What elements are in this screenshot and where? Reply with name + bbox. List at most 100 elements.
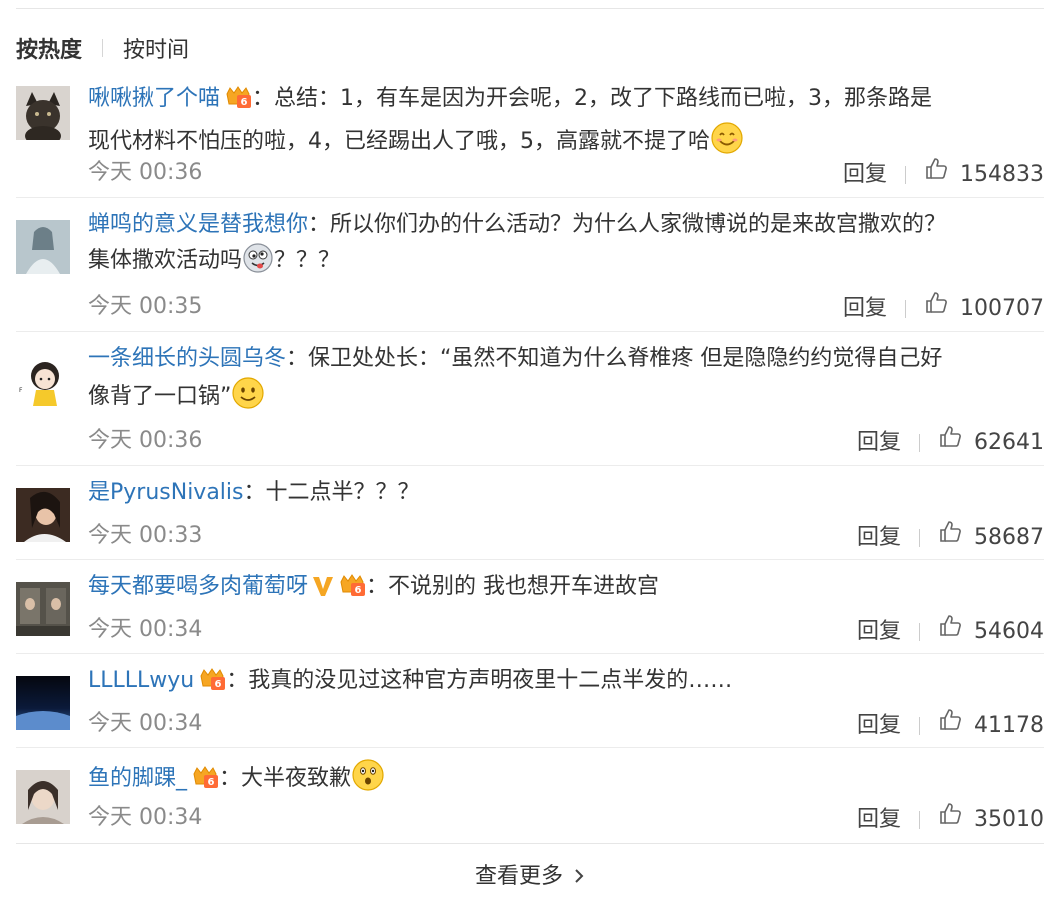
thumbs-up-icon bbox=[938, 613, 964, 650]
comment-text: ？？？ bbox=[274, 248, 341, 273]
comment-time: 今天 00:34 bbox=[88, 805, 203, 830]
like-button[interactable]: 100707 bbox=[924, 290, 1044, 327]
comment-item: 鱼的脚踝_ ：大半夜致歉 今天 00:34 回复 35010 bbox=[16, 748, 1044, 843]
comment-meta: 今天 00:35 回复 100707 bbox=[88, 290, 1044, 324]
reply-button[interactable]: 回复 bbox=[857, 521, 901, 555]
sort-by-time-tab[interactable]: 按时间 bbox=[123, 32, 189, 64]
avatar[interactable] bbox=[16, 676, 70, 730]
vip-crown-icon[interactable] bbox=[191, 764, 219, 801]
like-count: 35010 bbox=[974, 806, 1044, 832]
action-separator bbox=[905, 165, 907, 184]
action-separator bbox=[919, 716, 920, 735]
comment-time: 今天 00:36 bbox=[88, 428, 203, 453]
thumbs-up-icon bbox=[938, 707, 964, 744]
like-button[interactable]: 154833 bbox=[924, 156, 1044, 193]
username-link[interactable]: 每天都要喝多肉葡萄呀 bbox=[88, 574, 308, 599]
vip-crown-icon[interactable] bbox=[338, 572, 366, 609]
like-count: 100707 bbox=[960, 295, 1044, 321]
comment-meta: 今天 00:33 回复 58687 bbox=[88, 519, 1044, 553]
comment-text: 像背了一口锅” bbox=[88, 384, 232, 409]
like-button[interactable]: 35010 bbox=[938, 801, 1044, 838]
action-separator bbox=[919, 433, 920, 452]
thumbs-up-icon bbox=[938, 519, 964, 556]
comment-text: 集体撒欢活动吗 bbox=[88, 248, 243, 273]
avatar[interactable]: F bbox=[16, 352, 70, 406]
username-link[interactable]: LLLLLwyu bbox=[88, 668, 194, 693]
thumbs-up-icon bbox=[924, 290, 950, 327]
comment-item: 啾啾揪了个喵 ：总结：1，有车是因为开会呢，2，改了下路线而已啦，3，那条路是 现… bbox=[16, 72, 1044, 198]
bottom-divider bbox=[16, 843, 1044, 844]
vip-crown-icon[interactable] bbox=[198, 666, 226, 703]
surprised-emoji-icon bbox=[351, 758, 385, 803]
comment-text: ：所以你们办的什么活动？为什么人家微博说的是来故宫撒欢的？ bbox=[308, 212, 947, 237]
like-count: 58687 bbox=[974, 524, 1044, 550]
comment-item: F 一条细长的头圆乌冬：保卫处处长：“虽然不知道为什么脊椎疼 但是隐隐约约觉得自… bbox=[16, 332, 1044, 466]
sort-bar: 按热度 按时间 bbox=[16, 32, 189, 64]
avatar[interactable] bbox=[16, 220, 70, 274]
like-button[interactable]: 62641 bbox=[938, 424, 1044, 461]
action-separator bbox=[905, 299, 907, 318]
thumbs-up-icon bbox=[938, 801, 964, 838]
top-divider bbox=[16, 8, 1044, 9]
like-count: 54604 bbox=[974, 618, 1044, 644]
like-count: 154833 bbox=[960, 161, 1044, 187]
comment-meta: 今天 00:36 回复 62641 bbox=[88, 424, 1044, 458]
action-separator bbox=[919, 810, 920, 829]
action-separator bbox=[919, 622, 920, 641]
reply-button[interactable]: 回复 bbox=[857, 803, 901, 837]
comment-item: LLLLLwyu ：我真的没见过这种官方声明夜里十二点半发的…… 今天 00:34… bbox=[16, 654, 1044, 748]
thumbs-up-icon bbox=[924, 156, 950, 193]
avatar[interactable] bbox=[16, 488, 70, 542]
reply-button[interactable]: 回复 bbox=[857, 709, 901, 743]
comment-meta: 今天 00:36 回复 154833 bbox=[88, 156, 1044, 190]
comment-meta: 今天 00:34 回复 35010 bbox=[88, 801, 1044, 835]
username-link[interactable]: 啾啾揪了个喵 bbox=[88, 86, 220, 111]
comment-text: 现代材料不怕压的啦，4，已经踢出人了哦，5，高露就不提了哈 bbox=[88, 129, 710, 154]
comment-time: 今天 00:34 bbox=[88, 711, 203, 736]
vip-crown-icon[interactable] bbox=[224, 84, 252, 121]
username-link[interactable]: 鱼的脚踝_ bbox=[88, 766, 187, 791]
comment-text: ：总结：1，有车是因为开会呢，2，改了下路线而已啦，3，那条路是 bbox=[252, 86, 933, 111]
chevron-right-icon bbox=[573, 866, 585, 891]
svg-text:F: F bbox=[19, 387, 23, 394]
like-button[interactable]: 41178 bbox=[938, 707, 1044, 744]
comment-meta: 今天 00:34 回复 54604 bbox=[88, 613, 1044, 647]
comment-time: 今天 00:35 bbox=[88, 294, 203, 319]
avatar[interactable] bbox=[16, 86, 70, 140]
comment-item: 蝉鸣的意义是替我想你：所以你们办的什么活动？为什么人家微博说的是来故宫撒欢的？ … bbox=[16, 198, 1044, 332]
avatar[interactable] bbox=[16, 582, 70, 636]
comment-meta: 今天 00:34 回复 41178 bbox=[88, 707, 1044, 741]
sort-by-hot-tab[interactable]: 按热度 bbox=[16, 32, 82, 64]
comment-time: 今天 00:36 bbox=[88, 160, 203, 185]
avatar[interactable] bbox=[16, 770, 70, 824]
like-button[interactable]: 54604 bbox=[938, 613, 1044, 650]
grin-emoji-icon bbox=[231, 376, 265, 421]
view-more-button[interactable]: 查看更多 bbox=[475, 864, 585, 889]
reply-button[interactable]: 回复 bbox=[843, 158, 887, 192]
comment-text: ：不说别的 我也想开车进故宫 bbox=[366, 574, 660, 599]
username-link[interactable]: 一条细长的头圆乌冬 bbox=[88, 346, 286, 371]
username-link[interactable]: 蝉鸣的意义是替我想你 bbox=[88, 212, 308, 237]
comment-text: ：保卫处处长：“虽然不知道为什么脊椎疼 但是隐隐约约觉得自己好 bbox=[286, 346, 943, 371]
verified-v-icon[interactable] bbox=[312, 574, 334, 609]
like-count: 62641 bbox=[974, 429, 1044, 455]
comment-item: 每天都要喝多肉葡萄呀 ：不说别的 我也想开车进故宫 今天 00:34 回复 546… bbox=[16, 560, 1044, 654]
like-button[interactable]: 58687 bbox=[938, 519, 1044, 556]
comment-time: 今天 00:33 bbox=[88, 523, 203, 548]
view-more-row: 查看更多 bbox=[0, 858, 1060, 891]
reply-button[interactable]: 回复 bbox=[843, 292, 887, 326]
thumbs-up-icon bbox=[938, 424, 964, 461]
reply-button[interactable]: 回复 bbox=[857, 615, 901, 649]
comment-text: ：我真的没见过这种官方声明夜里十二点半发的…… bbox=[226, 668, 733, 693]
sort-separator bbox=[102, 39, 104, 57]
comment-time: 今天 00:34 bbox=[88, 617, 203, 642]
like-count: 41178 bbox=[974, 712, 1044, 738]
reply-button[interactable]: 回复 bbox=[857, 426, 901, 460]
comment-text: ：十二点半？？？ bbox=[243, 480, 420, 505]
action-separator bbox=[919, 528, 920, 547]
comment-text: ：大半夜致歉 bbox=[219, 766, 352, 791]
view-more-label: 查看更多 bbox=[474, 864, 563, 889]
crazy-face-emoji-icon bbox=[242, 242, 274, 285]
username-link[interactable]: 是PyrusNivalis bbox=[88, 480, 244, 505]
comment-item: 是PyrusNivalis：十二点半？？？ 今天 00:33 回复 58687 bbox=[16, 466, 1044, 560]
